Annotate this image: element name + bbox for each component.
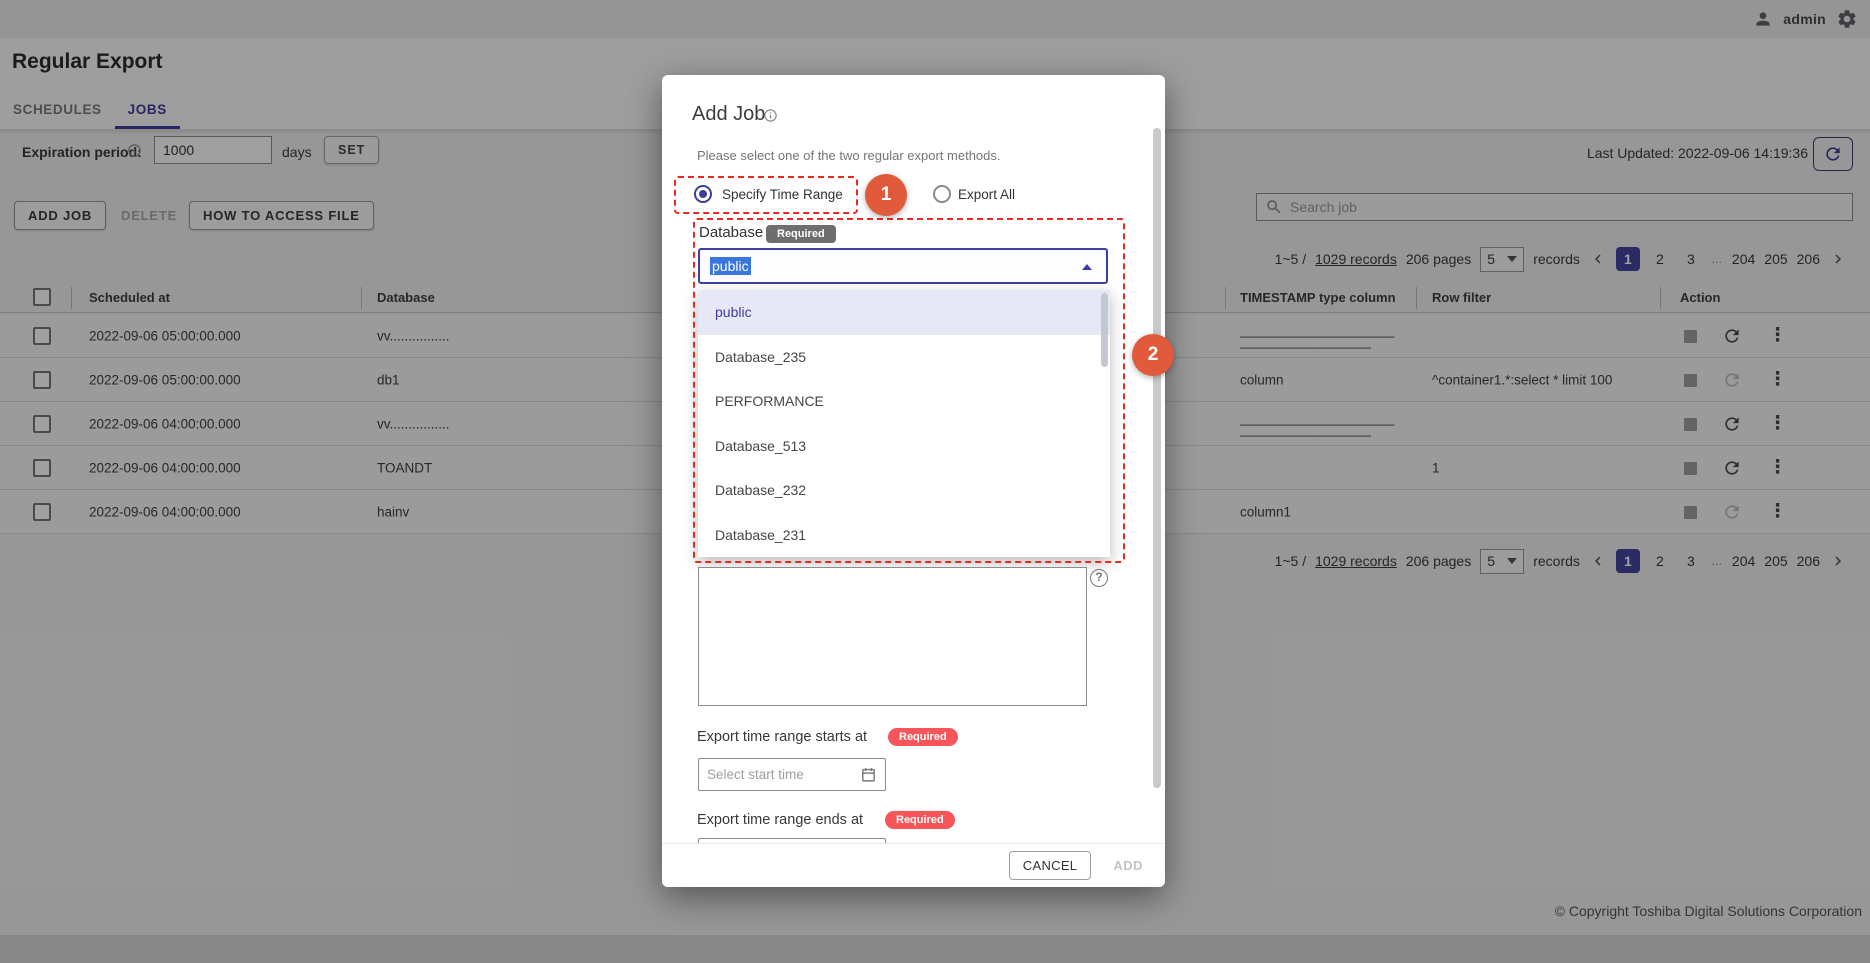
annotation-badge-1: 1 xyxy=(865,174,907,216)
containers-textarea[interactable] xyxy=(698,567,1087,706)
database-label: Database xyxy=(699,224,763,241)
modal-footer: CANCEL ADD xyxy=(662,843,1165,887)
annotation-badge-2: 2 xyxy=(1132,334,1174,376)
end-time-label: Export time range ends at xyxy=(697,812,863,828)
specify-time-range-label: Specify Time Range xyxy=(722,187,843,202)
dropdown-scrollbar[interactable] xyxy=(1101,293,1108,367)
database-dropdown: public Database_235 PERFORMANCE Database… xyxy=(698,290,1110,557)
database-select[interactable]: public xyxy=(698,248,1108,284)
required-badge-red: Required xyxy=(885,811,955,829)
start-time-label: Export time range starts at xyxy=(697,729,867,745)
help-icon[interactable]: ? xyxy=(1090,569,1108,587)
dropdown-option[interactable]: Database_232 xyxy=(698,468,1110,513)
regular-export-screen: admin Regular Export SCHEDULES JOBS Expi… xyxy=(0,0,1870,963)
dropdown-option[interactable]: Database_231 xyxy=(698,513,1110,558)
modal-title: Add Job xyxy=(692,103,765,126)
start-time-input[interactable]: Select start time xyxy=(698,758,886,791)
required-badge-gray: Required xyxy=(766,225,836,243)
modal-info-icon[interactable] xyxy=(763,108,778,123)
dropdown-option[interactable]: PERFORMANCE xyxy=(698,379,1110,424)
add-button[interactable]: ADD xyxy=(1105,858,1151,873)
export-all-radio[interactable] xyxy=(933,185,951,203)
dropdown-option[interactable]: Database_513 xyxy=(698,424,1110,469)
modal-scrollbar[interactable] xyxy=(1153,128,1161,788)
export-all-label: Export All xyxy=(958,187,1015,202)
caret-up-icon xyxy=(1082,264,1092,270)
dropdown-option[interactable]: Database_235 xyxy=(698,335,1110,380)
database-select-value: public xyxy=(710,257,751,275)
calendar-icon xyxy=(860,766,877,783)
specify-time-range-radio[interactable] xyxy=(694,185,712,203)
modal-subtitle: Please select one of the two regular exp… xyxy=(697,148,1001,163)
required-badge-red: Required xyxy=(888,728,958,746)
start-time-placeholder: Select start time xyxy=(707,767,804,782)
dropdown-option[interactable]: public xyxy=(698,290,1110,335)
cancel-button[interactable]: CANCEL xyxy=(1009,851,1092,880)
add-job-modal: Add Job Please select one of the two reg… xyxy=(662,75,1165,887)
